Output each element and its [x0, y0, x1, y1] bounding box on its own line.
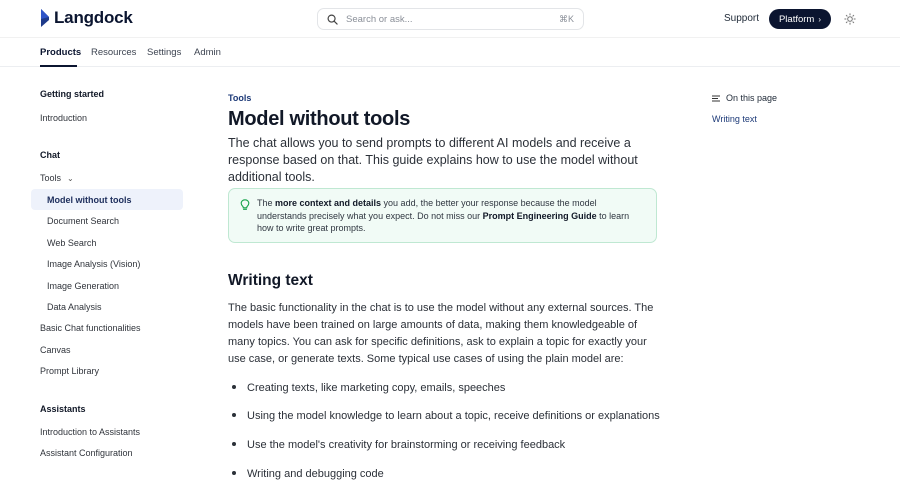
- prompt-engineering-link[interactable]: Prompt Engineering Guide: [483, 211, 597, 221]
- platform-label: Platform: [778, 13, 815, 25]
- toc-link-writing-text[interactable]: Writing text: [712, 114, 757, 124]
- bullet-dot: [232, 471, 236, 476]
- sidebar-item-image-generation[interactable]: Image Generation: [47, 281, 119, 291]
- search-bar[interactable]: Search or ask... ⌘K: [317, 8, 584, 30]
- sidebar-item-document-search[interactable]: Document Search: [47, 216, 119, 226]
- sidebar-item-image-analysis[interactable]: Image Analysis (Vision): [47, 259, 140, 269]
- sidebar-item-assistant-configuration[interactable]: Assistant Configuration: [40, 448, 133, 458]
- brand-name: Langdock: [54, 8, 133, 27]
- sidebar-heading-getting-started: Getting started: [40, 89, 105, 99]
- list-item-text: Use the model's creativity for brainstor…: [247, 439, 566, 451]
- list-item: Writing and debugging code: [232, 468, 384, 480]
- sidebar-item-tools[interactable]: Tools ⌄: [40, 173, 74, 183]
- callout-bold-context: more context and details: [275, 198, 382, 208]
- list-item-text: Creating texts, like marketing copy, ema…: [247, 382, 506, 394]
- bullet-dot: [232, 413, 236, 418]
- tab-admin[interactable]: Admin: [194, 47, 221, 58]
- sidebar-item-model-without-tools[interactable]: Model without tools: [47, 195, 132, 205]
- list-item-text: Using the model knowledge to learn about…: [247, 410, 660, 422]
- sun-icon[interactable]: [844, 13, 856, 25]
- bullet-dot: [232, 442, 236, 447]
- active-tab-indicator: [40, 65, 77, 67]
- support-link[interactable]: Support: [724, 13, 759, 24]
- sidebar-item-introduction[interactable]: Introduction: [40, 113, 87, 123]
- sidebar-heading-chat: Chat: [40, 150, 60, 160]
- sidebar-item-canvas[interactable]: Canvas: [40, 345, 71, 355]
- search-placeholder: Search or ask...: [346, 13, 413, 25]
- sidebar-item-prompt-library[interactable]: Prompt Library: [40, 366, 99, 376]
- section-heading-writing-text: Writing text: [228, 272, 313, 289]
- on-this-page-label: On this page: [726, 93, 778, 103]
- tab-settings[interactable]: Settings: [147, 47, 181, 58]
- chevron-down-icon: ⌄: [67, 174, 74, 183]
- sidebar-item-data-analysis[interactable]: Data Analysis: [47, 302, 102, 312]
- section-paragraph: The basic functionality in the chat is t…: [228, 302, 654, 365]
- search-icon: [327, 14, 338, 25]
- lightbulb-icon: [240, 199, 250, 210]
- tab-resources[interactable]: Resources: [91, 47, 136, 58]
- list-item-text: Writing and debugging code: [247, 468, 384, 480]
- breadcrumb[interactable]: Tools: [228, 93, 251, 103]
- tab-products[interactable]: Products: [40, 47, 81, 58]
- logo[interactable]: Langdock: [40, 8, 133, 28]
- page-lead: The chat allows you to send prompts to d…: [228, 136, 638, 184]
- bullet-dot: [232, 385, 236, 390]
- chevron-right-icon: ›: [818, 14, 822, 24]
- search-shortcut: ⌘K: [558, 13, 574, 24]
- callout-text-pre: The: [257, 198, 276, 208]
- page-title: Model without tools: [228, 108, 411, 130]
- sidebar-item-intro-assistants[interactable]: Introduction to Assistants: [40, 427, 140, 437]
- sidebar-item-label: Tools: [40, 173, 62, 183]
- tip-callout: The more context and details you add, th…: [228, 188, 657, 243]
- top-bar: Langdock Search or ask... ⌘K Support Pla…: [0, 0, 900, 38]
- sidebar-heading-assistants: Assistants: [40, 404, 86, 414]
- platform-button[interactable]: Platform ›: [769, 9, 831, 29]
- sidebar-item-basic-chat[interactable]: Basic Chat functionalities: [40, 323, 141, 333]
- list-item: Use the model's creativity for brainstor…: [232, 439, 565, 451]
- sidebar-item-web-search[interactable]: Web Search: [47, 238, 96, 248]
- nav-tabs: Products Resources Settings Admin: [0, 38, 900, 67]
- list-item: Using the model knowledge to learn about…: [232, 410, 660, 422]
- on-this-page-heading: On this page: [712, 93, 777, 103]
- list-item: Creating texts, like marketing copy, ema…: [232, 382, 505, 394]
- langdock-logo-icon: [41, 9, 49, 27]
- list-icon: [712, 95, 720, 101]
